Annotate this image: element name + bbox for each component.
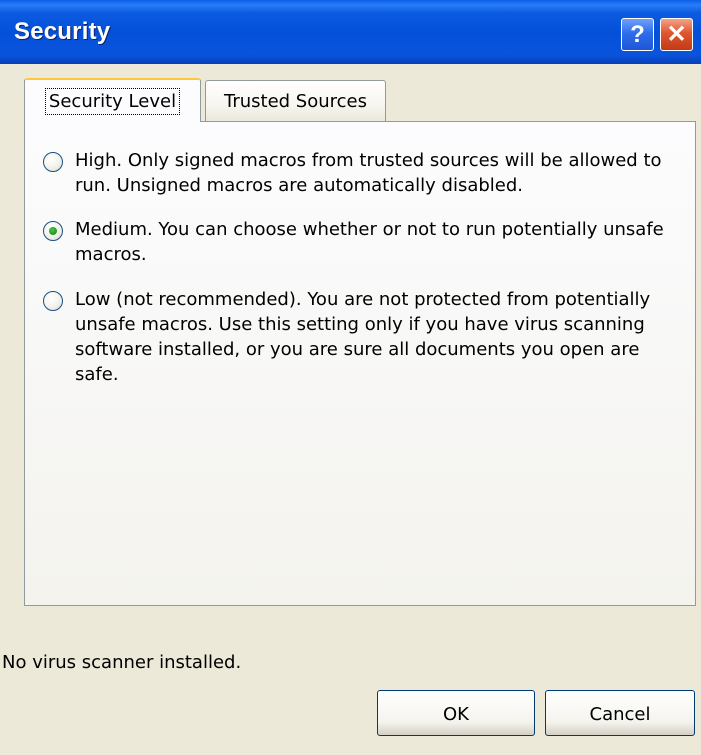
close-icon: ✕ <box>666 21 687 48</box>
help-button[interactable]: ? <box>621 18 654 51</box>
option-medium-text: Medium. You can choose whether or not to… <box>75 219 664 265</box>
radio-medium[interactable] <box>43 221 63 241</box>
tab-security-level[interactable]: Security Level <box>24 78 201 122</box>
option-low-text: Low (not recommended). You are not prote… <box>75 289 651 385</box>
title-bar[interactable]: Security ? ✕ <box>0 0 701 64</box>
cancel-button-label: Cancel <box>589 703 651 725</box>
help-icon: ? <box>630 20 645 48</box>
tab-trusted-sources[interactable]: Trusted Sources <box>205 80 386 122</box>
dialog-title: Security <box>14 18 111 45</box>
cancel-button[interactable]: Cancel <box>545 690 695 736</box>
security-level-panel: High. Only signed macros from trusted so… <box>24 121 696 606</box>
radio-selected-dot <box>49 227 57 235</box>
radio-low[interactable] <box>43 291 63 311</box>
virus-scanner-status: No virus scanner installed. <box>2 652 242 673</box>
option-high-text: High. Only signed macros from trusted so… <box>75 150 662 196</box>
ok-button-label: OK <box>443 703 469 725</box>
security-dialog: Security ? ✕ Security Level Trusted Sour… <box>0 0 701 755</box>
ok-button[interactable]: OK <box>377 690 535 736</box>
tab-trusted-sources-label: Trusted Sources <box>223 91 367 112</box>
radio-high[interactable] <box>43 152 63 172</box>
tab-security-level-label: Security Level <box>44 87 181 115</box>
close-button[interactable]: ✕ <box>660 18 693 51</box>
